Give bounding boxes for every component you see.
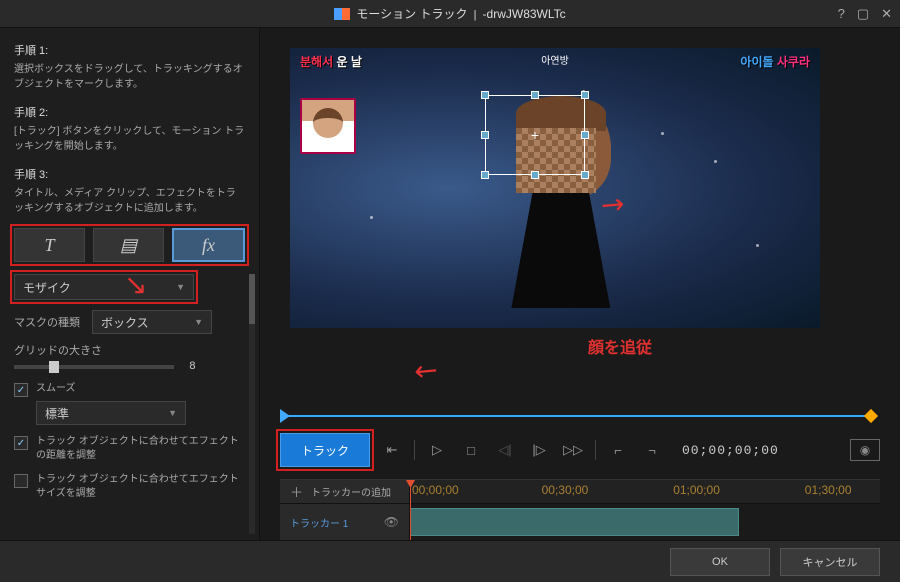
step-3: 手順 3: タイトル、メディア クリップ、エフェクトをトラッキングするオブジェク… (14, 166, 245, 216)
annotation-arrow-icon: ↘ (124, 268, 147, 301)
resize-handle[interactable] (481, 171, 489, 179)
visibility-icon[interactable]: 👁 (384, 515, 399, 529)
timeline-track[interactable] (410, 504, 880, 540)
tracker-clip[interactable] (410, 508, 739, 536)
sidebar: 手順 1: 選択ボックスをドラッグして、トラッキングするオブジェクトをマークしま… (0, 28, 260, 540)
mask-type-label: マスクの種類 (14, 314, 82, 330)
scrub-end-marker[interactable] (864, 409, 878, 423)
resize-handle[interactable] (581, 91, 589, 99)
fx-button[interactable]: fx (172, 228, 245, 262)
tracker-row-header[interactable]: トラッカー 1 👁 (280, 504, 410, 540)
sidebar-scrollbar[interactable] (249, 274, 255, 534)
chevron-down-icon: ▼ (168, 408, 177, 418)
window-title: モーション トラック | -drwJW83WLTc (356, 5, 565, 22)
resize-handle[interactable] (531, 171, 539, 179)
footer: OK キャンセル (0, 540, 900, 582)
cancel-button[interactable]: キャンセル (780, 548, 880, 576)
grid-size-label: グリッドの大きさ (14, 342, 245, 358)
instruction-text: 顔を追従 (330, 334, 900, 358)
timeline: ＋ トラッカーの追加 00;00;00 00;30;00 01;00;00 01… (280, 479, 880, 540)
resize-handle[interactable] (581, 171, 589, 179)
titlebar: モーション トラック | -drwJW83WLTc ? ▢ ✕ (0, 0, 900, 28)
media-button[interactable]: ▤ (93, 228, 164, 262)
maximize-button[interactable]: ▢ (857, 6, 869, 22)
resize-handle[interactable] (581, 131, 589, 139)
timecode[interactable]: 00;00;00;00 (682, 443, 779, 458)
adjust-distance-label: トラック オブジェクトに合わせてエフェクトの距離を調整 (36, 435, 245, 463)
mark-in-icon[interactable]: ⌐ (606, 438, 630, 462)
attach-type-bar: T ▤ fx (14, 228, 245, 262)
resize-handle[interactable] (531, 91, 539, 99)
grid-size-value: 8 (189, 360, 195, 372)
overlay-right-text: 아이돌 사쿠라 (740, 53, 810, 70)
mask-type-select[interactable]: ボックス▼ (92, 310, 212, 334)
camera-icon: ◉ (860, 443, 870, 457)
resize-handle[interactable] (481, 91, 489, 99)
smooth-select[interactable]: 標準▼ (36, 401, 186, 425)
crosshair-icon: + (531, 127, 539, 143)
scrub-start-marker[interactable] (280, 409, 290, 423)
title-button[interactable]: T (14, 228, 85, 262)
add-tracker-button[interactable]: ＋ (290, 482, 303, 501)
adjust-distance-checkbox[interactable]: ✓ (14, 436, 28, 450)
snapshot-button[interactable]: ◉ (850, 439, 880, 461)
close-button[interactable]: ✕ (881, 6, 892, 22)
overlay-left-text: 분해서 운 날 (300, 53, 362, 70)
track-button[interactable]: トラック (280, 433, 370, 467)
chevron-down-icon: ▼ (176, 282, 185, 292)
next-frame-icon[interactable]: |▷ (527, 438, 551, 462)
effect-select[interactable]: モザイク▼ (14, 274, 194, 300)
smooth-checkbox[interactable]: ✓ (14, 383, 28, 397)
fast-forward-icon[interactable]: ▷▷ (561, 438, 585, 462)
grid-size-slider[interactable] (14, 365, 174, 369)
smooth-label: スムーズ (36, 382, 76, 396)
adjust-size-checkbox[interactable] (14, 474, 28, 488)
resize-handle[interactable] (481, 131, 489, 139)
adjust-size-label: トラック オブジェクトに合わせてエフェクト サイズを調整 (36, 473, 245, 501)
preview-panel[interactable]: 아연방 분해서 운 날 아이돌 사쿠라 (290, 48, 820, 328)
tracking-box[interactable]: + (485, 95, 585, 175)
slider-thumb[interactable] (49, 361, 59, 373)
ok-button[interactable]: OK (670, 548, 770, 576)
scrub-bar[interactable] (280, 407, 880, 425)
help-button[interactable]: ? (838, 6, 845, 22)
prev-frame-icon[interactable]: ◁| (493, 438, 517, 462)
add-tracker-label: トラッカーの追加 (311, 484, 391, 499)
step-2: 手順 2: [トラック] ボタンをクリックして、モーション トラッキングを開始し… (14, 104, 245, 154)
play-icon[interactable]: ▷ (425, 438, 449, 462)
playhead[interactable] (410, 480, 411, 540)
app-icon (334, 8, 350, 20)
mark-out-icon[interactable]: ¬ (640, 438, 664, 462)
stop-icon[interactable]: □ (459, 438, 483, 462)
chevron-down-icon: ▼ (194, 317, 203, 327)
step-1: 手順 1: 選択ボックスをドラッグして、トラッキングするオブジェクトをマークしま… (14, 42, 245, 92)
timeline-ruler[interactable]: 00;00;00 00;30;00 01;00;00 01;30;00 (410, 480, 880, 504)
pip-thumbnail (300, 98, 356, 154)
track-back-icon[interactable]: ⇤ (380, 438, 404, 462)
